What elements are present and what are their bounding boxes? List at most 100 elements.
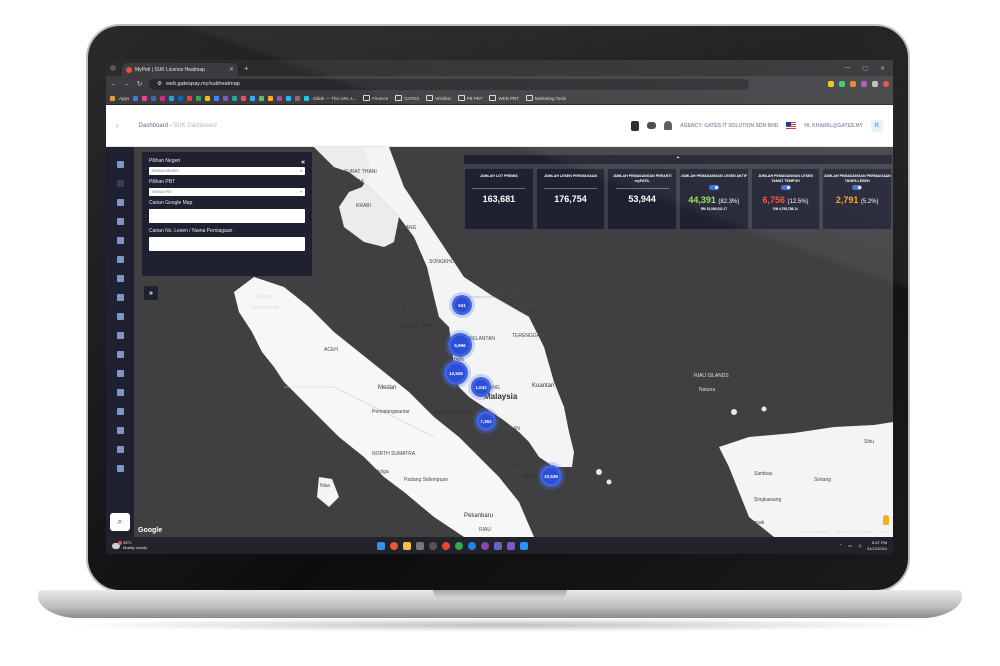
map-cluster-marker[interactable]: 1,043 — [471, 377, 491, 397]
bookmark-icon[interactable] — [286, 95, 292, 101]
sidebar-toggle-icon[interactable]: › — [116, 121, 119, 130]
sidebar-network-icon[interactable] — [116, 332, 124, 339]
volume-icon[interactable]: ◁ — [858, 543, 861, 548]
bookmark-icon[interactable] — [214, 95, 220, 101]
map-cluster-marker[interactable]: 7,352 — [476, 411, 496, 431]
bookmark-icon[interactable] — [277, 95, 283, 101]
chrome-icon[interactable] — [442, 541, 451, 550]
app-icon[interactable] — [481, 541, 490, 550]
sidebar-tree-icon[interactable] — [116, 370, 124, 377]
close-window-icon[interactable]: ✕ — [880, 65, 885, 72]
app-icon[interactable] — [494, 541, 503, 550]
profile-icon[interactable] — [883, 81, 889, 87]
maximize-icon[interactable]: ▢ — [862, 65, 868, 72]
google-map-search-input[interactable] — [149, 209, 305, 223]
sidebar-user-icon[interactable] — [116, 218, 124, 225]
bookmark-folder-wishlist[interactable]: Wishlist — [426, 95, 451, 101]
site-info-icon[interactable]: ⚙ — [157, 81, 162, 87]
extension-icon[interactable] — [850, 81, 856, 87]
bookmark-icon[interactable] — [160, 95, 166, 101]
bookmark-dilink[interactable]: Dilink — The URL s... — [313, 96, 356, 101]
back-icon[interactable]: ← — [110, 81, 117, 88]
bookmark-icon[interactable] — [232, 95, 238, 101]
window-menu-icon[interactable] — [110, 65, 116, 71]
user-greeting[interactable]: HI, KHAIRIL@GATES.MY — [804, 123, 863, 129]
browser-tab[interactable]: MyPeti | SUK Licence Heatmap ✕ — [122, 63, 238, 76]
bookmark-icon[interactable] — [187, 95, 193, 101]
apps-icon[interactable] — [110, 95, 115, 101]
stat-toggle[interactable] — [708, 185, 719, 190]
sidebar-building-icon[interactable] — [116, 389, 124, 396]
stat-toggle[interactable] — [780, 185, 791, 190]
bookmark-icon[interactable] — [241, 95, 247, 101]
sidebar-more-icon[interactable] — [116, 465, 124, 472]
bookmark-folder-marketing[interactable]: Marketing Tools — [526, 95, 566, 101]
reload-icon[interactable]: ↻ — [136, 80, 143, 88]
clock[interactable]: 6:47 PM 31/12/2024 — [867, 540, 887, 550]
keyboard-shortcuts-link[interactable]: Keyboard shortcuts — [799, 530, 829, 534]
bookmark-folder-finance[interactable]: Finance — [363, 95, 388, 101]
bookmark-icon[interactable] — [169, 95, 175, 101]
start-icon[interactable] — [377, 541, 386, 550]
bookmark-icon[interactable] — [178, 95, 184, 101]
url-field[interactable]: ⚙ web.gatespay.my/sukheatmap — [149, 78, 749, 90]
bookmark-icon[interactable] — [295, 95, 301, 101]
map-cluster-marker[interactable]: 541 — [452, 295, 472, 315]
tray-chevron-icon[interactable]: ⌃ — [839, 543, 842, 548]
file-explorer-icon[interactable] — [403, 541, 412, 550]
breadcrumb-dashboard[interactable]: Dashboard — [139, 123, 168, 129]
app-icon[interactable] — [468, 541, 477, 550]
bookmark-icon[interactable] — [223, 95, 229, 101]
sidebar-device-icon[interactable] — [116, 313, 124, 320]
extension-icon[interactable] — [861, 81, 867, 87]
device-icon[interactable] — [631, 120, 640, 131]
extension-icon[interactable] — [839, 81, 845, 87]
bookmark-icon[interactable] — [133, 95, 139, 101]
bookmark-icon[interactable] — [205, 95, 211, 101]
app-icon[interactable] — [429, 541, 438, 550]
bookmark-icon[interactable] — [151, 95, 157, 101]
weather-widget[interactable]: 28°C Mostly cloudy — [112, 540, 147, 551]
inbox-icon[interactable] — [647, 122, 657, 129]
bookmark-folder-web-pbt[interactable]: WEB PBT — [489, 95, 518, 101]
license-search-input[interactable] — [149, 237, 305, 251]
stats-collapse-button[interactable]: ⌃ — [464, 155, 892, 164]
bookmark-icon[interactable] — [142, 95, 148, 101]
bookmark-folder-fb-pbt[interactable]: FB PBT — [458, 95, 483, 101]
bookmark-icon[interactable] — [268, 95, 274, 101]
new-tab-icon[interactable]: + — [244, 64, 249, 73]
map-cluster-marker[interactable]: 12,548 — [444, 361, 468, 385]
app-icon[interactable] — [390, 541, 399, 550]
vscode-icon[interactable] — [520, 541, 529, 550]
sidebar-settings-icon[interactable] — [116, 199, 124, 206]
bookmark-icon[interactable] — [259, 95, 265, 101]
sidebar-document-icon[interactable] — [116, 237, 124, 244]
sidebar-globe-icon[interactable] — [116, 408, 124, 415]
app-icon[interactable] — [416, 541, 425, 550]
bookmark-star-icon[interactable] — [828, 81, 834, 87]
pbt-select[interactable]: SEMUA PBT ▾ — [149, 188, 305, 196]
app-icon[interactable] — [455, 541, 464, 550]
app-icon[interactable] — [507, 541, 516, 550]
download-icon[interactable] — [872, 81, 878, 87]
bookmark-icon[interactable] — [250, 95, 256, 101]
sidebar-menu-icon[interactable] — [116, 180, 124, 187]
forward-icon[interactable]: → — [123, 81, 130, 88]
sidebar-list-icon[interactable] — [116, 446, 124, 453]
map-cluster-marker[interactable]: 5,966 — [448, 333, 472, 357]
malaysia-flag-icon[interactable] — [786, 122, 797, 129]
sidebar-home-icon[interactable] — [116, 161, 124, 168]
avatar[interactable]: K — [871, 119, 883, 132]
bookmark-folder-gates[interactable]: GATES — [395, 95, 419, 101]
stat-toggle[interactable] — [852, 185, 863, 190]
tab-close-icon[interactable]: ✕ — [229, 66, 234, 73]
sidebar-invoice-icon[interactable] — [116, 427, 124, 434]
bookmark-icon[interactable] — [304, 95, 310, 101]
bookmark-icon[interactable] — [196, 95, 202, 101]
street-view-pegman-icon[interactable] — [883, 515, 889, 525]
tray-display-icon[interactable]: ▭ — [848, 543, 852, 548]
negeri-select[interactable]: SEMUA NEGERI ▾ — [149, 167, 305, 175]
terms-link[interactable]: Terms — [879, 530, 889, 534]
sidebar-report-icon[interactable] — [116, 351, 124, 358]
minimize-icon[interactable]: — — [844, 65, 850, 72]
